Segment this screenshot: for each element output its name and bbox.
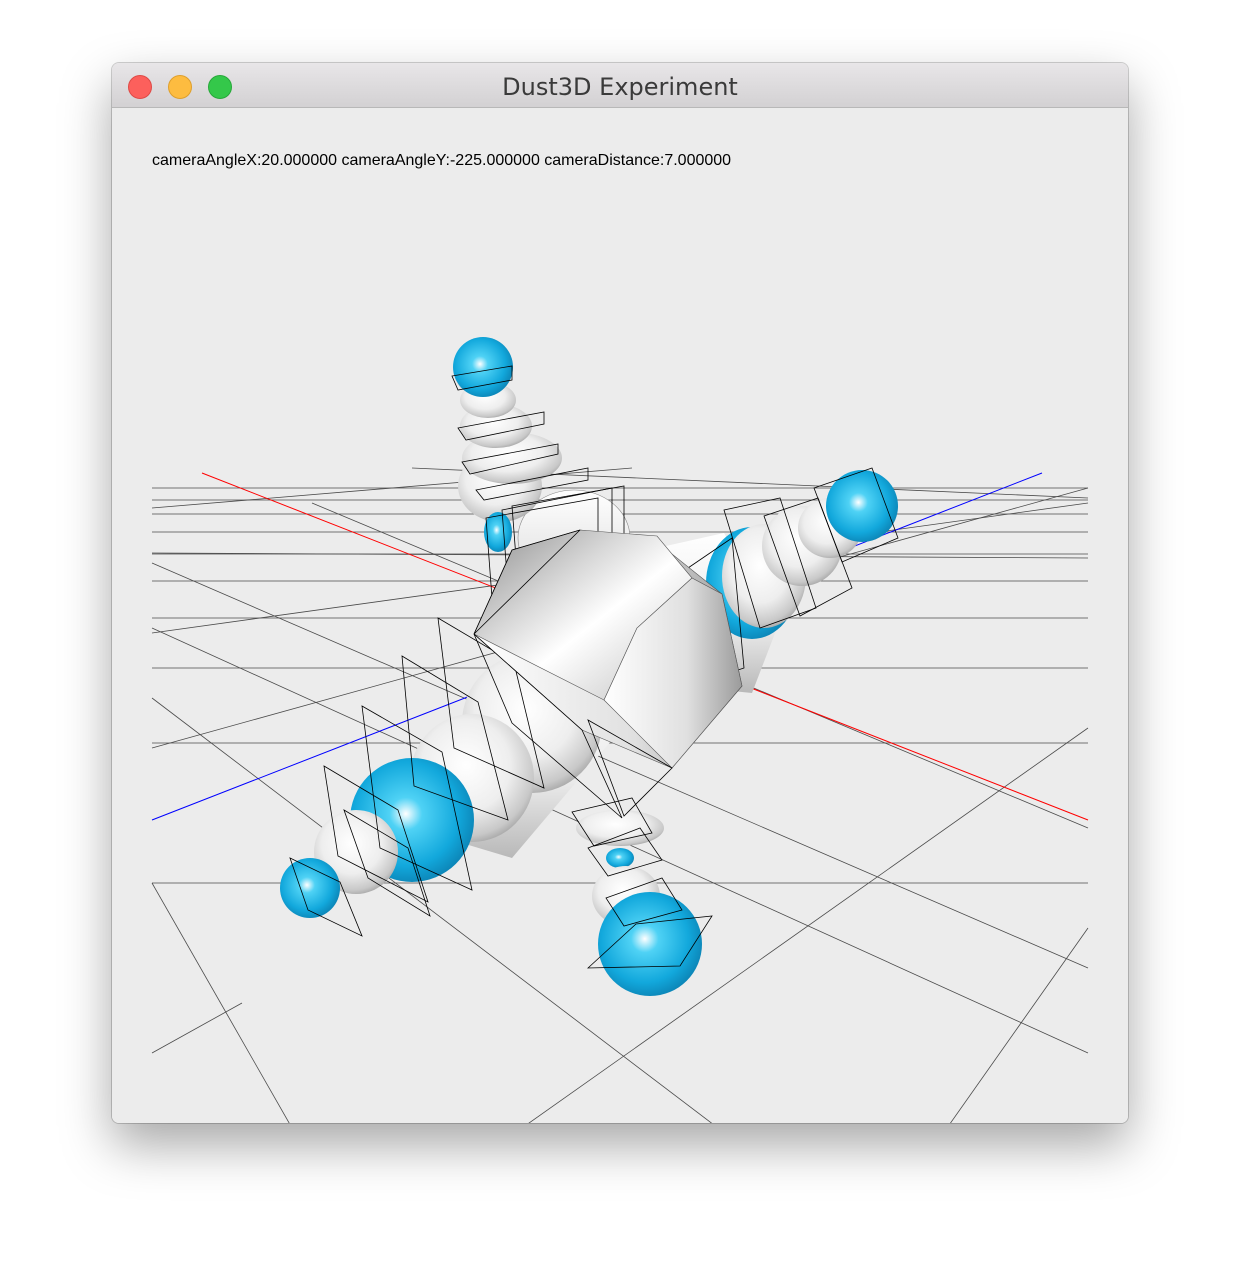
mesh-arm-lower	[571, 797, 713, 996]
gl-viewport[interactable]: cameraAngleX:20.000000 cameraAngleY:-225…	[112, 108, 1128, 1123]
camera-info-label: cameraAngleX:20.000000 cameraAngleY:-225…	[152, 152, 732, 169]
title-bar[interactable]: Dust3D Experiment	[112, 63, 1128, 108]
window-title: Dust3D Experiment	[502, 73, 738, 101]
app-window: Dust3D Experiment cameraAngleX:20.000000…	[112, 63, 1128, 1123]
scene-canvas[interactable]	[112, 108, 1128, 1123]
